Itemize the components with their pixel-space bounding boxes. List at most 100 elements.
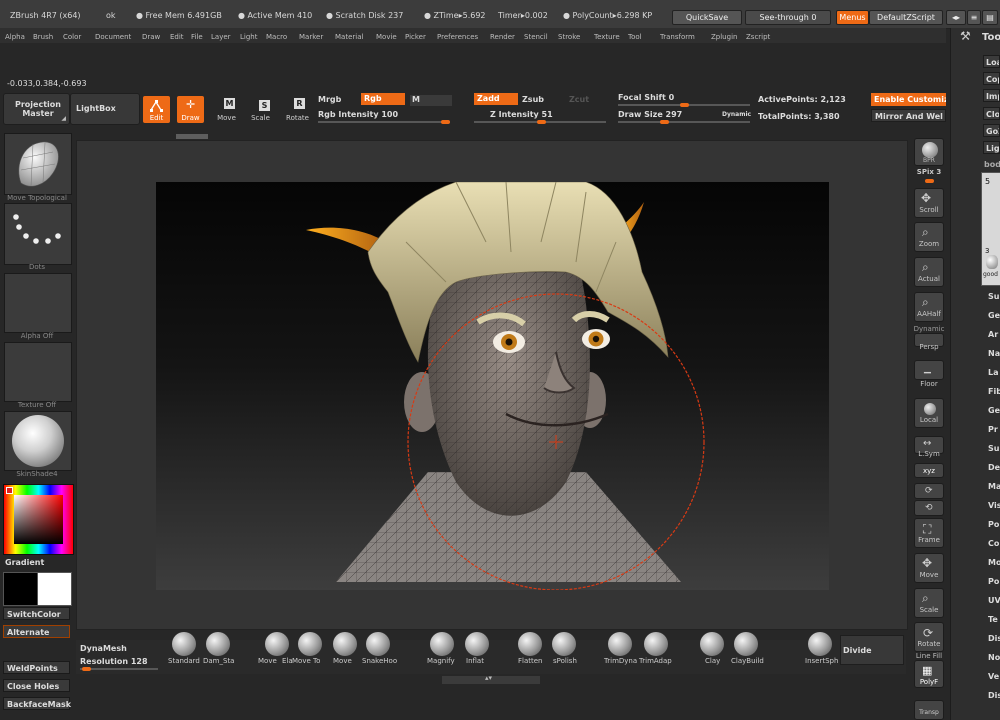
main-color-swatch[interactable] bbox=[3, 572, 38, 606]
menu-item-render[interactable]: Render bbox=[490, 33, 515, 41]
brush-label[interactable]: Standard bbox=[168, 657, 200, 665]
rotate-mode-alt-button[interactable]: ⟲ bbox=[914, 500, 944, 516]
floor-button[interactable]: ▁ bbox=[914, 360, 944, 380]
z-intensity-knob[interactable] bbox=[536, 120, 546, 124]
scale-button[interactable]: S Scale bbox=[247, 96, 274, 123]
tool-thumbnail[interactable]: 5 3 good bbox=[981, 172, 1000, 286]
subpalette-item[interactable]: Su bbox=[988, 444, 999, 453]
dynamic-toggle[interactable]: Dynamic bbox=[722, 111, 751, 118]
menu-item-brush[interactable]: Brush bbox=[33, 33, 53, 41]
weld-points-button[interactable]: WeldPoints bbox=[3, 661, 70, 674]
subpalette-item[interactable]: Po bbox=[988, 520, 999, 529]
stroke-thumbnail[interactable] bbox=[4, 203, 72, 265]
polyf-button[interactable]: ▦ PolyF bbox=[914, 660, 944, 688]
divide-button[interactable]: Divide bbox=[840, 635, 904, 665]
switch-color-button[interactable]: SwitchColor bbox=[3, 607, 70, 620]
alternate-button[interactable]: Alternate bbox=[3, 625, 70, 638]
brush-icon[interactable] bbox=[700, 632, 724, 656]
menu-item-stencil[interactable]: Stencil bbox=[524, 33, 548, 41]
menu-item-document[interactable]: Document bbox=[95, 33, 131, 41]
menu-item-macro[interactable]: Macro bbox=[266, 33, 287, 41]
tool-cop-button[interactable]: Cop bbox=[983, 72, 1000, 85]
menu-item-draw[interactable]: Draw bbox=[142, 33, 160, 41]
layout-arrows-button[interactable]: ◂▸ bbox=[946, 10, 966, 25]
subpalette-item[interactable]: Na bbox=[988, 349, 1000, 358]
brush-label[interactable]: Clay bbox=[705, 657, 720, 665]
brush-icon[interactable] bbox=[172, 632, 196, 656]
menu-item-picker[interactable]: Picker bbox=[405, 33, 426, 41]
gradient-button[interactable]: Gradient bbox=[5, 558, 44, 567]
brush-label[interactable]: SnakeHoo bbox=[362, 657, 397, 665]
brush-icon[interactable] bbox=[608, 632, 632, 656]
brush-icon[interactable] bbox=[808, 632, 832, 656]
bpr-button[interactable]: BPR bbox=[914, 138, 944, 166]
rotate-mode-button[interactable]: ⟳ bbox=[914, 483, 944, 499]
secondary-color-swatch[interactable] bbox=[37, 572, 72, 606]
brush-label[interactable]: InsertSph bbox=[805, 657, 838, 665]
menu-item-material[interactable]: Material bbox=[335, 33, 363, 41]
window-stripes-button[interactable]: ≡ bbox=[967, 10, 981, 25]
subpalette-item[interactable]: Ge bbox=[988, 311, 1000, 320]
brush-label[interactable]: sPolish bbox=[553, 657, 577, 665]
brush-label[interactable]: TrimAdap bbox=[639, 657, 672, 665]
brush-label[interactable]: Move bbox=[258, 657, 277, 665]
mirror-and-weld-button[interactable]: Mirror And Wel bbox=[871, 109, 946, 122]
draw-size-slider[interactable] bbox=[618, 121, 750, 123]
zsub-button[interactable]: Zsub bbox=[522, 95, 544, 104]
subpalette-item[interactable]: De bbox=[988, 463, 1000, 472]
menu-item-layer[interactable]: Layer bbox=[211, 33, 231, 41]
subpalette-item[interactable]: No bbox=[988, 653, 1000, 662]
dynamesh-button[interactable]: DynaMesh bbox=[80, 644, 127, 653]
enable-customize-button[interactable]: Enable Customiz bbox=[871, 93, 946, 106]
brush-icon[interactable] bbox=[430, 632, 454, 656]
resolution-knob[interactable] bbox=[82, 667, 91, 671]
transp-button[interactable]: Transp bbox=[914, 700, 944, 720]
zcut-button[interactable]: Zcut bbox=[569, 95, 589, 104]
shelf-scroll-handle[interactable] bbox=[176, 134, 208, 139]
subpalette-item[interactable]: Pr bbox=[988, 425, 998, 434]
brush-icon[interactable] bbox=[333, 632, 357, 656]
menu-item-transform[interactable]: Transform bbox=[660, 33, 695, 41]
subpalette-item[interactable]: Ge bbox=[988, 406, 1000, 415]
focal-shift-knob[interactable] bbox=[680, 103, 689, 107]
subpalette-item[interactable]: Dis bbox=[988, 691, 1000, 700]
subpalette-item[interactable]: Vis bbox=[988, 501, 1000, 510]
default-zscript-button[interactable]: DefaultZScript bbox=[869, 10, 943, 25]
tool-clo-button[interactable]: Clo bbox=[983, 107, 1000, 120]
subpalette-item[interactable]: Ma bbox=[988, 482, 1000, 491]
quicksave-button[interactable]: QuickSave bbox=[672, 10, 742, 25]
rgb-button[interactable]: Rgb bbox=[361, 93, 405, 105]
brush-icon[interactable] bbox=[366, 632, 390, 656]
saturation-square[interactable] bbox=[14, 495, 63, 544]
brush-label[interactable]: Move bbox=[333, 657, 352, 665]
brush-label[interactable]: ClayBuild bbox=[731, 657, 764, 665]
menu-item-edit[interactable]: Edit bbox=[170, 33, 184, 41]
brush-icon[interactable] bbox=[552, 632, 576, 656]
menu-item-movie[interactable]: Movie bbox=[376, 33, 397, 41]
tool-loa-button[interactable]: Loa bbox=[983, 55, 1000, 68]
brush-icon[interactable] bbox=[734, 632, 758, 656]
menu-item-tool[interactable]: Tool bbox=[628, 33, 642, 41]
brush-icon[interactable] bbox=[265, 632, 289, 656]
brush-icon[interactable] bbox=[298, 632, 322, 656]
brush-label[interactable]: TrimDyna bbox=[604, 657, 637, 665]
tool-ligh-button[interactable]: Ligh bbox=[983, 141, 1000, 154]
brush-icon[interactable] bbox=[518, 632, 542, 656]
rgb-intensity-knob[interactable] bbox=[441, 120, 450, 124]
menu-item-file[interactable]: File bbox=[191, 33, 203, 41]
brush-icon[interactable] bbox=[206, 632, 230, 656]
tool-pin-icon[interactable]: ⚒ bbox=[960, 29, 971, 43]
spix-slider[interactable] bbox=[925, 179, 934, 183]
subpalette-item[interactable]: UV bbox=[988, 596, 1000, 605]
subpalette-item[interactable]: Ar bbox=[988, 330, 998, 339]
zadd-button[interactable]: Zadd bbox=[474, 93, 518, 105]
menu-item-alpha[interactable]: Alpha bbox=[5, 33, 25, 41]
brush-icon[interactable] bbox=[465, 632, 489, 656]
close-holes-button[interactable]: Close Holes bbox=[3, 679, 70, 692]
texture-thumbnail[interactable] bbox=[4, 342, 72, 402]
menu-item-marker[interactable]: Marker bbox=[299, 33, 323, 41]
menu-item-zscript[interactable]: Zscript bbox=[746, 33, 770, 41]
brush-thumbnail[interactable] bbox=[4, 133, 72, 195]
subpalette-item[interactable]: Su bbox=[988, 292, 999, 301]
mrgb-button[interactable]: Mrgb bbox=[318, 95, 341, 104]
